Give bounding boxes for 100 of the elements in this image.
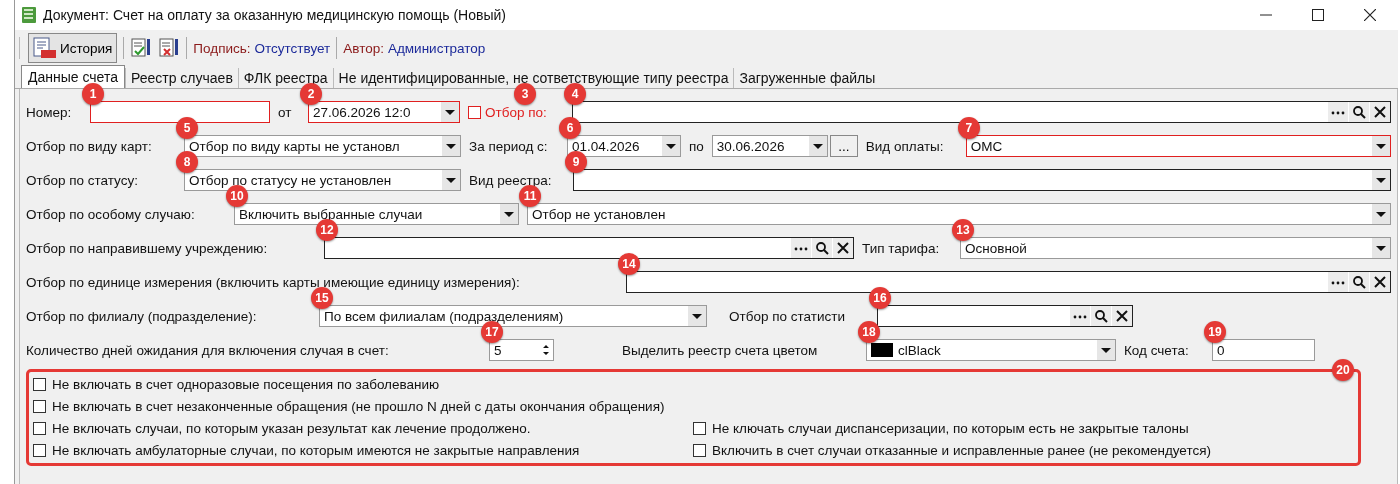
close-icon[interactable]	[833, 238, 853, 258]
caret-icon[interactable]	[688, 306, 706, 326]
tab[interactable]: Загруженные файлы	[733, 68, 881, 88]
checkbox-label[interactable]: Не включать случаи, по которым указан результат как лечение продолжено.	[52, 420, 531, 436]
caret-icon[interactable]	[1372, 238, 1390, 258]
search-icon[interactable]	[812, 238, 832, 258]
tab[interactable]: Реестр случаев	[124, 68, 238, 88]
date-picker[interactable]: 27.06.2026 12:0	[308, 101, 460, 123]
checkbox-label[interactable]: Не включать в счет незаконченные обращения (не прошло N дней с даты окончания обращения)	[52, 398, 665, 414]
caret-icon[interactable]	[1372, 204, 1390, 224]
checkbox-label[interactable]: Не включать амбулаторные случаи, по которым имеются не закрытые направления	[52, 442, 580, 458]
close-icon[interactable]	[1370, 102, 1390, 122]
field-label: Отбор по особому случаю:	[26, 206, 196, 222]
checkbox[interactable]	[33, 399, 46, 413]
maximize-icon[interactable]	[1312, 9, 1324, 21]
checkbox-label[interactable]: Включить в счет случаи отказанные и исправленные ранее (не рекомендуется)	[712, 442, 1212, 458]
checkbox[interactable]	[693, 443, 706, 457]
input-field[interactable]: 0	[1212, 339, 1315, 361]
field-label: Количество дней ожидания для включения случая в счет:	[26, 342, 390, 358]
field-label: Отбор по филиалу (подразделение):	[26, 308, 258, 324]
number-badge: 20	[1332, 359, 1354, 381]
signature-value: Отсутствует	[254, 40, 331, 56]
field-label: Код счета:	[1124, 342, 1190, 358]
caret-icon[interactable]	[442, 136, 460, 156]
document-cross-icon[interactable]	[158, 37, 181, 59]
lookup-field[interactable]	[572, 101, 1391, 123]
combo-box[interactable]: Включить выбранные случаи	[234, 203, 519, 225]
number-badge: 9	[565, 151, 587, 173]
checkbox[interactable]	[33, 421, 46, 435]
combo-box[interactable]: Отбор по статусу не установлен	[184, 169, 461, 191]
number-badge: 8	[176, 151, 198, 173]
combo-box[interactable]	[573, 169, 1391, 191]
number-badge: 11	[519, 185, 541, 207]
window-title: Документ: Счет на оплату за оказанную медицинскую помощь (Новый)	[43, 7, 506, 23]
checkbox[interactable]	[33, 443, 46, 457]
ellipsis-icon[interactable]	[1328, 102, 1348, 122]
number-badge: 6	[559, 117, 581, 139]
author-value: Администратор	[387, 40, 486, 56]
document-check-icon[interactable]	[130, 37, 153, 59]
caret-icon[interactable]	[1097, 340, 1115, 360]
checkbox[interactable]	[693, 421, 706, 435]
ellipsis-icon[interactable]	[791, 238, 811, 258]
tab[interactable]: Данные счета	[21, 65, 125, 88]
field-label: Вид реестра:	[469, 172, 553, 188]
combo-box[interactable]: По всем филиалам (подразделениям)	[319, 305, 707, 327]
close-icon[interactable]	[1370, 272, 1390, 292]
number-badge: 2	[300, 83, 322, 105]
number-badge: 4	[564, 83, 586, 105]
field-label: Номер:	[26, 104, 73, 120]
search-icon[interactable]	[1349, 272, 1369, 292]
combo-box[interactable]: Отбор не установлен	[527, 203, 1391, 225]
date-picker[interactable]: 01.04.2026	[567, 135, 681, 157]
caret-icon[interactable]	[808, 136, 827, 156]
caret-icon[interactable]	[441, 102, 459, 122]
field-label: Тип тарифа:	[862, 240, 941, 256]
number-badge: 7	[957, 117, 980, 139]
caret-icon[interactable]	[500, 204, 518, 224]
ellipsis-button[interactable]: ...	[829, 135, 858, 157]
color-picker[interactable]: clBlack	[866, 339, 1116, 361]
lookup-field[interactable]	[626, 271, 1391, 293]
author-label: Автор:	[343, 40, 384, 56]
field-label: Отбор по единице измерения (включить карты имеющие единицу измерения):	[26, 274, 521, 290]
field-label: Отбор по направившему учреждению:	[26, 240, 269, 256]
checkbox[interactable]	[468, 105, 481, 119]
ellipsis-icon[interactable]	[1070, 306, 1090, 326]
combo-box[interactable]: ОМС	[965, 135, 1391, 157]
field-label: Выделить реестр счета цветом	[622, 342, 819, 358]
date-picker[interactable]: 30.06.2026	[711, 135, 828, 157]
caret-icon[interactable]	[1372, 136, 1390, 156]
number-badge: 18	[858, 321, 880, 343]
lookup-field[interactable]	[324, 237, 854, 259]
checkbox-label[interactable]: Не включать в счет одноразовые посещения по заболеванию	[52, 376, 440, 392]
book-icon	[21, 6, 37, 24]
log-icon	[33, 37, 57, 59]
combo-box[interactable]: Отбор по виду карты не установл	[184, 135, 461, 157]
signature-label: Подпись:	[193, 40, 251, 56]
checkbox-label[interactable]: Отбор по:	[485, 104, 547, 120]
checkbox[interactable]	[33, 377, 46, 391]
search-icon[interactable]	[1091, 306, 1111, 326]
caret-icon[interactable]	[442, 170, 460, 190]
field-label: Вид оплаты:	[865, 138, 945, 154]
number-badge: 19	[1204, 321, 1226, 343]
field-label: За период с:	[469, 138, 549, 154]
checkbox-label[interactable]: Не ключать случаи диспансеризации, по которым есть не закрытые талоны	[712, 420, 1189, 436]
ellipsis-icon[interactable]	[1328, 272, 1348, 292]
close-icon[interactable]	[1364, 9, 1376, 21]
lookup-field[interactable]	[877, 305, 1133, 327]
field-label: от	[278, 104, 293, 120]
number-badge: 3	[514, 82, 536, 105]
input-field[interactable]	[90, 101, 270, 123]
caret-icon[interactable]	[662, 136, 680, 156]
search-icon[interactable]	[1349, 102, 1369, 122]
field-label: Отбор по виду карт:	[26, 138, 153, 154]
number-badge: 15	[311, 287, 333, 309]
history-button[interactable]: История	[28, 33, 118, 63]
combo-box[interactable]: Основной	[960, 237, 1391, 259]
field-label: Отбор по статисти	[729, 308, 846, 324]
spin-box[interactable]: 5	[489, 339, 554, 361]
close-icon[interactable]	[1112, 306, 1132, 326]
caret-icon[interactable]	[1372, 170, 1390, 190]
